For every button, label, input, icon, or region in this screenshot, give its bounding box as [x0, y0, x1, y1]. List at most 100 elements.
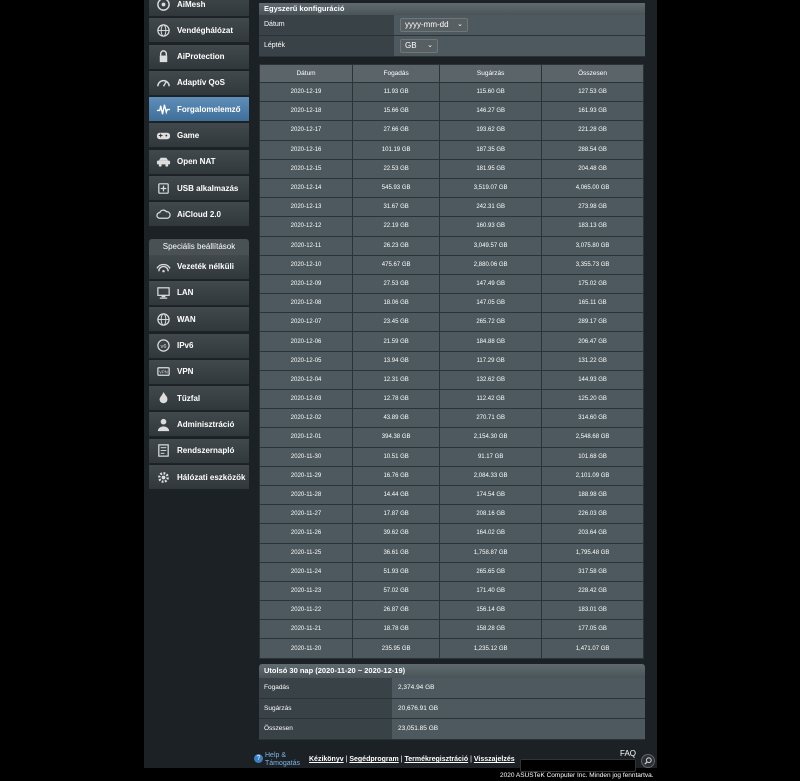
scale-select[interactable]: GB ⌄ — [400, 39, 438, 53]
footer: ? Help & Támogatás Kézikönyv | Segédprog… — [254, 748, 655, 772]
table-row: 2020-12-19 11.93 GB 115.60 GB 127.53 GB — [258, 81, 644, 103]
table-row: 2020-12-08 18.06 GB 147.05 GB 165.11 GB — [258, 293, 644, 314]
cell-total: 1,795.48 GB — [541, 542, 644, 563]
help-support-link[interactable]: Help & Támogatás — [265, 752, 300, 768]
sidebar-item-firewall[interactable]: Tűzfal — [149, 386, 249, 412]
table-row: 2020-11-22 26.87 GB 156.14 GB 183.01 GB — [258, 600, 644, 621]
table-row: 2020-12-18 15.66 GB 146.27 GB 161.93 GB — [258, 101, 644, 122]
cell-rx: 57.02 GB — [352, 580, 441, 602]
cell-total: 226.03 GB — [541, 504, 644, 525]
cell-rx: 18.78 GB — [352, 619, 441, 640]
table-row: 2020-11-21 18.78 GB 158.28 GB 177.05 GB — [258, 619, 644, 640]
globe-icon — [154, 21, 172, 39]
cell-rx: 12.31 GB — [352, 369, 441, 391]
sidebar-item-log[interactable]: Rendszernapló — [149, 438, 249, 464]
svg-text:v6: v6 — [160, 344, 166, 350]
svg-text:VPN: VPN — [159, 370, 168, 375]
vpn-icon: VPN — [154, 363, 172, 381]
sidebar-item-label: LAN — [177, 288, 194, 298]
faq-search-input[interactable] — [520, 759, 636, 772]
sidebar-item-admin[interactable]: Adminisztráció — [149, 412, 249, 438]
table-row: 2020-12-09 27.53 GB 147.49 GB 175.02 GB — [258, 273, 644, 295]
cell-date: 2020-12-04 — [258, 369, 354, 391]
sidebar-item-gear[interactable]: Hálózati eszközök — [149, 465, 249, 491]
table-row: 2020-12-01 394.38 GB 2,154.30 GB 2,548.68 G… — [258, 427, 644, 448]
cell-date: 2020-12-13 — [258, 197, 354, 218]
search-icon — [644, 757, 652, 765]
sidebar-item-traffic-wave[interactable]: Forgalomelemző — [149, 97, 249, 123]
aimesh-icon — [154, 0, 172, 13]
col-header-rx: Fogadás — [352, 64, 441, 83]
cell-date: 2020-12-17 — [258, 120, 354, 141]
table-row: 2020-12-07 23.45 GB 265.72 GB 289.17 GB — [258, 312, 644, 333]
table-row: 2020-11-23 57.02 GB 171.40 GB 228.42 GB — [258, 580, 644, 602]
help-line2: Támogatás — [265, 760, 301, 767]
cell-date: 2020-12-18 — [258, 101, 354, 122]
help-icon[interactable]: ? — [254, 754, 263, 763]
sidebar-item-globe[interactable]: Vendéghálózat — [149, 18, 249, 44]
summary-row-rx: Fogadás 2,374.94 GB — [259, 678, 645, 699]
date-select-value: yyyy-mm-dd — [405, 20, 449, 29]
cell-tx: 132.62 GB — [439, 369, 543, 391]
help-line1: Help & — [265, 752, 287, 759]
cell-rx: 22.19 GB — [352, 216, 441, 237]
cell-total: 127.53 GB — [541, 81, 644, 103]
sidebar-item-gamepad[interactable]: Game — [149, 123, 249, 149]
cell-rx: 22.53 GB — [352, 158, 441, 179]
cell-total: 314.60 GB — [541, 408, 644, 429]
cell-date: 2020-12-14 — [258, 177, 354, 199]
sidebar-item-gauge[interactable]: Adaptív QoS — [149, 70, 249, 96]
sidebar-item-label: WAN — [177, 314, 196, 324]
table-row: 2020-12-13 31.67 GB 242.31 GB 273.98 GB — [258, 197, 644, 218]
sidebar-item-car[interactable]: Open NAT — [149, 149, 249, 175]
cell-total: 183.13 GB — [541, 216, 644, 237]
sidebar-item-label: Rendszernapló — [177, 446, 235, 456]
cell-date: 2020-12-11 — [258, 235, 354, 256]
cell-date: 2020-12-06 — [258, 331, 354, 352]
sidebar-item-wireless[interactable]: Vezeték nélküli — [149, 254, 249, 280]
sidebar-item-label: AiCloud 2.0 — [177, 209, 222, 219]
cell-tx: 146.27 GB — [439, 101, 543, 122]
cell-rx: 235.95 GB — [352, 638, 441, 659]
cell-tx: 2,880.06 GB — [439, 254, 543, 275]
sidebar-item-ipv6[interactable]: v6 IPv6 — [149, 333, 249, 359]
ipv6-icon: v6 — [154, 337, 172, 355]
cell-date: 2020-12-08 — [258, 293, 354, 314]
date-label: Dátum — [259, 15, 394, 35]
registration-link[interactable]: Termékregisztráció — [404, 756, 468, 763]
cell-rx: 14.44 GB — [352, 484, 441, 506]
sidebar-item-label: Forgalomelemző — [177, 104, 241, 114]
table-row: 2020-11-26 39.62 GB 164.02 GB 203.64 GB — [258, 523, 644, 544]
sidebar-item-lan[interactable]: LAN — [149, 280, 249, 306]
cell-total: 177.05 GB — [541, 619, 644, 640]
utility-link[interactable]: Segédprogram — [349, 756, 398, 763]
summary-label: Összesen — [259, 719, 392, 739]
cloud-icon — [154, 205, 172, 223]
sidebar-item-usb[interactable]: USB alkalmazás — [149, 176, 249, 202]
manual-link[interactable]: Kézikönyv — [309, 756, 344, 763]
sidebar-item-cloud[interactable]: AiCloud 2.0 — [149, 202, 249, 228]
cell-total: 273.98 GB — [541, 197, 644, 218]
feedback-link[interactable]: Visszajelzés — [474, 756, 515, 763]
table-row: 2020-12-06 21.59 GB 184.88 GB 206.47 GB — [258, 331, 644, 352]
table-row: 2020-11-30 10.51 GB 91.17 GB 101.68 GB — [258, 446, 644, 467]
table-row: 2020-12-16 101.19 GB 187.35 GB 288.54 GB — [258, 139, 644, 160]
cell-tx: 208.16 GB — [439, 504, 543, 525]
sidebar-item-vpn[interactable]: VPN VPN — [149, 359, 249, 385]
cell-tx: 115.60 GB — [439, 81, 543, 103]
cell-date: 2020-12-01 — [258, 427, 354, 448]
traffic-table: Dátum Fogadás Sugárzás Összesen 2020-12-… — [258, 64, 644, 659]
cell-rx: 51.93 GB — [352, 561, 441, 582]
sidebar-item-wan-globe[interactable]: WAN — [149, 307, 249, 333]
search-button[interactable] — [641, 754, 655, 768]
copyright-text: 2020 ASUSTeK Computer Inc. Minden jog fe… — [500, 772, 654, 779]
sidebar-item-aimesh[interactable]: AiMesh — [149, 0, 249, 17]
cell-total: 175.02 GB — [541, 273, 644, 295]
date-select[interactable]: yyyy-mm-dd ⌄ — [400, 18, 468, 32]
sidebar-item-lock[interactable]: AiProtection — [149, 44, 249, 70]
cell-date: 2020-12-16 — [258, 139, 354, 160]
cell-tx: 184.88 GB — [439, 331, 543, 352]
cell-tx: 270.71 GB — [439, 408, 543, 429]
cell-tx: 147.49 GB — [439, 273, 543, 295]
table-row: 2020-11-29 16.76 GB 2,084.33 GB 2,101.09 GB — [258, 465, 644, 486]
